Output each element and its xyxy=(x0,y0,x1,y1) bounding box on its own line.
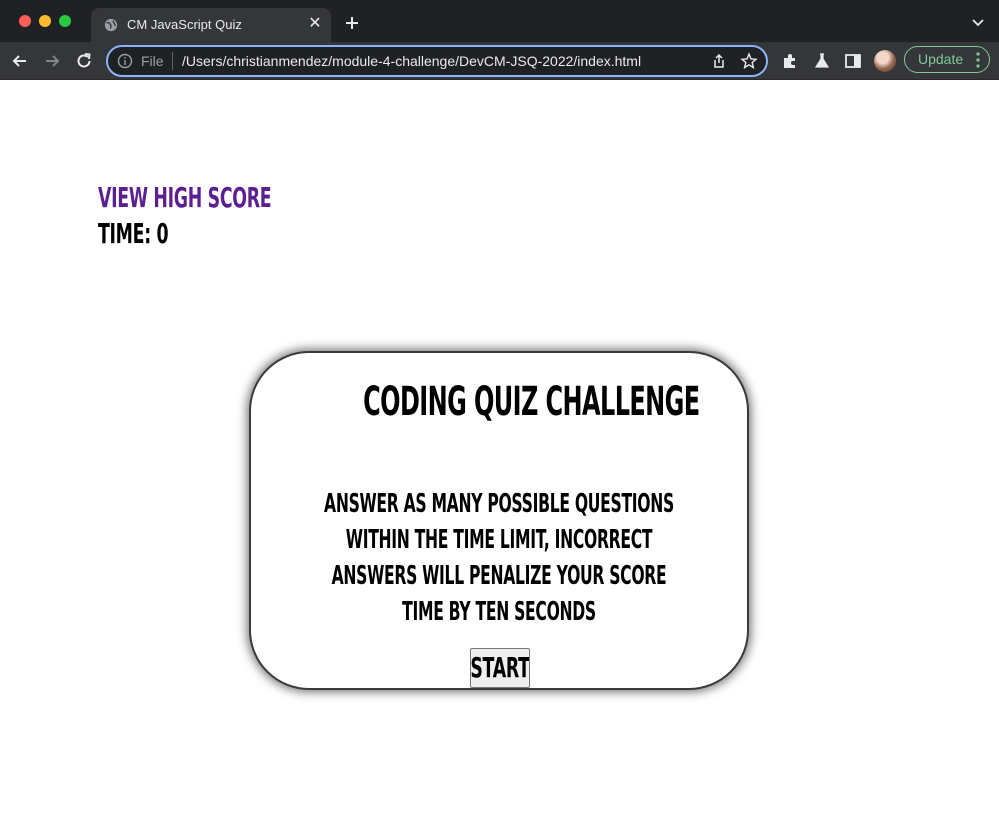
address-bar[interactable]: File /Users/christianmendez/module-4-cha… xyxy=(106,45,768,77)
star-icon[interactable] xyxy=(740,52,758,70)
browser-tab-strip: CM JavaScript Quiz ✕ xyxy=(0,0,999,42)
address-divider xyxy=(172,52,173,70)
start-button[interactable]: Start xyxy=(470,648,530,688)
kebab-menu-icon[interactable] xyxy=(976,51,980,69)
quiz-title: Coding Quiz Challenge xyxy=(363,379,700,425)
back-arrow-icon[interactable] xyxy=(10,51,30,71)
timer-display: Time: 0 xyxy=(98,217,169,250)
info-icon[interactable] xyxy=(117,53,133,69)
address-scheme: File xyxy=(141,53,164,69)
close-icon[interactable]: ✕ xyxy=(307,16,323,32)
zoom-window-button[interactable] xyxy=(59,15,71,27)
start-label: Start xyxy=(470,651,530,684)
globe-icon xyxy=(104,18,118,32)
puzzle-icon[interactable] xyxy=(780,51,800,71)
avatar[interactable] xyxy=(874,50,896,72)
page-content: View High Score Time: 0 Coding Quiz Chal… xyxy=(0,80,999,834)
card-title-container: Coding Quiz Challenge xyxy=(251,379,747,425)
address-url[interactable]: /Users/christianmendez/module-4-challeng… xyxy=(182,53,641,69)
tab-title: CM JavaScript Quiz xyxy=(127,17,242,32)
close-window-button[interactable] xyxy=(19,15,31,27)
sidebar-icon[interactable] xyxy=(843,51,863,71)
view-high-score-link[interactable]: View High Score xyxy=(98,181,272,214)
minimize-window-button[interactable] xyxy=(39,15,51,27)
flask-icon[interactable] xyxy=(812,51,832,71)
update-button[interactable]: Update xyxy=(904,46,990,73)
forward-arrow-icon[interactable] xyxy=(42,51,62,71)
update-label: Update xyxy=(918,51,964,67)
browser-toolbar: File /Users/christianmendez/module-4-cha… xyxy=(0,42,999,80)
chevron-down-icon[interactable] xyxy=(971,15,985,29)
reload-icon[interactable] xyxy=(74,51,94,71)
plus-icon[interactable] xyxy=(343,14,361,32)
quiz-intro-card: Coding Quiz Challenge Answer as many pos… xyxy=(249,351,749,690)
browser-tab[interactable]: CM JavaScript Quiz ✕ xyxy=(91,8,331,42)
quiz-description: Answer as many possible questions within… xyxy=(324,489,674,627)
share-icon[interactable] xyxy=(710,52,728,70)
card-description-container: Answer as many possible questions within… xyxy=(251,486,747,630)
